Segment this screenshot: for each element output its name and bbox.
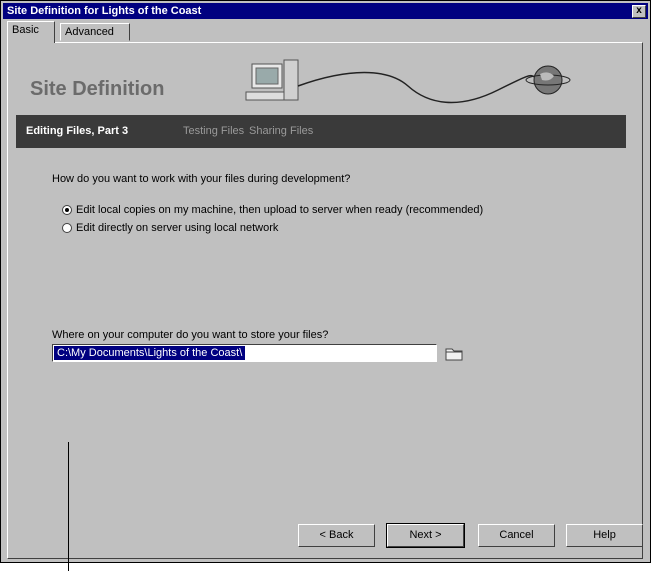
computer-icon (245, 59, 299, 101)
step-testing-files: Testing Files (183, 125, 245, 137)
local-folder-input[interactable]: C:\My Documents\Lights of the Coast\ (52, 344, 437, 362)
option-edit-server[interactable]: Edit directly on server using local netw… (62, 221, 278, 235)
help-button[interactable]: Help (566, 524, 643, 547)
step-current: Editing Files, Part 3 (26, 125, 129, 137)
cancel-button[interactable]: Cancel (478, 524, 555, 547)
window-title: Site Definition for Lights of the Coast (7, 5, 202, 17)
radio-edit-local[interactable] (62, 205, 72, 216)
option-edit-server-label: Edit directly on server using local netw… (76, 222, 279, 235)
callout-line (68, 442, 69, 571)
computer-globe-graphic (245, 59, 571, 104)
option-edit-local-label: Edit local copies on my machine, then up… (76, 204, 484, 217)
step-sharing-files: Sharing Files (249, 125, 314, 137)
workflow-question: How do you want to work with your files … (52, 173, 351, 185)
step-bar: Editing Files, Part 3 Testing Files Shar… (16, 115, 626, 148)
page-title: Site Definition (30, 78, 165, 100)
back-button[interactable]: < Back (298, 524, 375, 547)
location-label: Where on your computer do you want to st… (52, 329, 329, 341)
next-button[interactable]: Next > (386, 523, 465, 548)
title-bar[interactable]: Site Definition for Lights of the Coast … (3, 3, 648, 19)
radio-edit-server[interactable] (62, 223, 72, 234)
local-folder-value: C:\My Documents\Lights of the Coast\ (54, 346, 246, 360)
tab-basic[interactable]: Basic (7, 21, 55, 43)
folder-icon[interactable] (443, 343, 465, 363)
globe-icon (525, 65, 571, 95)
close-button[interactable]: x (632, 5, 646, 18)
tab-advanced[interactable]: Advanced (60, 23, 130, 41)
option-edit-local[interactable]: Edit local copies on my machine, then up… (62, 203, 483, 217)
